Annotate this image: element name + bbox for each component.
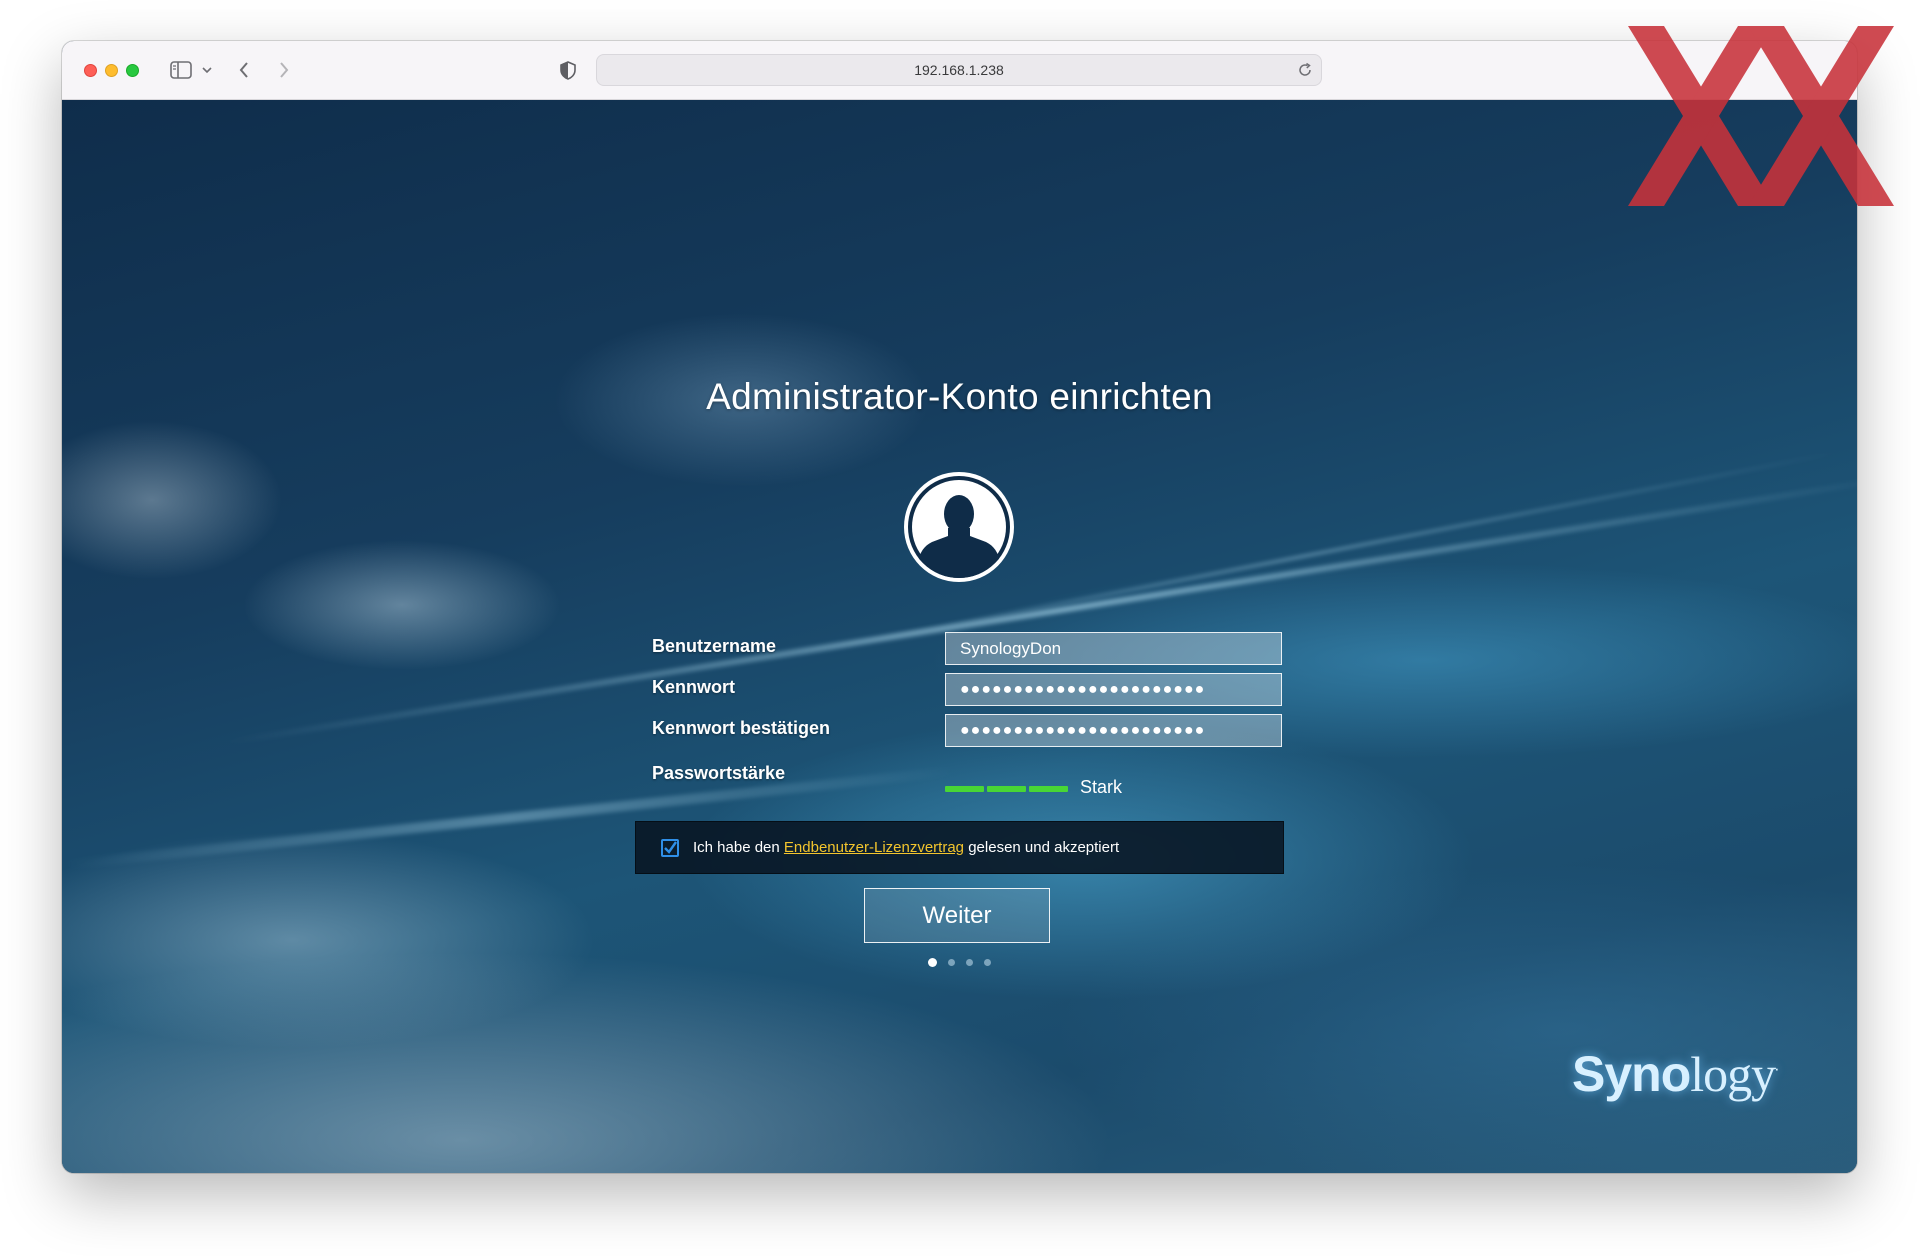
step-indicator	[928, 958, 991, 967]
page-title: Administrator-Konto einrichten	[706, 376, 1213, 417]
eula-text-suffix: gelesen und akzeptiert	[968, 839, 1120, 856]
xx-watermark-logo	[1628, 26, 1894, 206]
browser-window: 192.168.1.238 Administrator-Konto einric…	[62, 41, 1857, 1173]
eula-link[interactable]: Endbenutzer-Lizenzvertrag	[784, 839, 964, 856]
forward-icon[interactable]	[278, 57, 290, 83]
password-field[interactable]	[945, 673, 1282, 706]
confirm-password-field[interactable]	[945, 714, 1282, 747]
eula-text-prefix: Ich habe den	[693, 839, 780, 856]
next-button[interactable]: Weiter	[864, 888, 1050, 943]
eula-checkbox[interactable]	[661, 839, 679, 857]
url-text: 192.168.1.238	[914, 62, 1004, 78]
step-dot	[984, 959, 991, 966]
eula-agreement-box: Ich habe den Endbenutzer-Lizenzvertrag g…	[635, 821, 1284, 874]
step-dot	[966, 959, 973, 966]
confirm-password-label: Kennwort bestätigen	[652, 718, 831, 738]
user-avatar-icon	[902, 470, 1016, 584]
strength-segment	[987, 786, 1026, 792]
strength-segment	[945, 786, 984, 792]
step-dot	[948, 959, 955, 966]
password-strength-text: Stark	[1080, 777, 1123, 797]
strength-segment	[1029, 786, 1068, 792]
minimize-window-button[interactable]	[105, 64, 118, 77]
username-label: Benutzername	[652, 636, 777, 656]
privacy-shield-icon[interactable]	[560, 57, 576, 83]
reload-icon[interactable]	[1297, 62, 1313, 83]
password-strength-label: Passwortstärke	[652, 763, 786, 783]
password-strength-meter	[945, 786, 1068, 792]
step-dot-current	[928, 958, 937, 967]
checkmark-icon	[664, 841, 677, 854]
browser-toolbar: 192.168.1.238	[62, 41, 1857, 100]
address-bar[interactable]: 192.168.1.238	[596, 54, 1322, 86]
sidebar-toggle-icon[interactable]	[170, 57, 192, 83]
chevron-down-icon[interactable]	[202, 57, 212, 83]
eula-text: Ich habe den Endbenutzer-Lizenzvertrag g…	[693, 839, 1119, 856]
zoom-window-button[interactable]	[126, 64, 139, 77]
setup-page: Administrator-Konto einrichten Benutzern…	[62, 100, 1857, 1173]
back-icon[interactable]	[238, 57, 250, 83]
synology-logo: Synology·	[1572, 1046, 1779, 1102]
password-label: Kennwort	[652, 677, 735, 697]
close-window-button[interactable]	[84, 64, 97, 77]
username-field[interactable]	[945, 632, 1282, 665]
